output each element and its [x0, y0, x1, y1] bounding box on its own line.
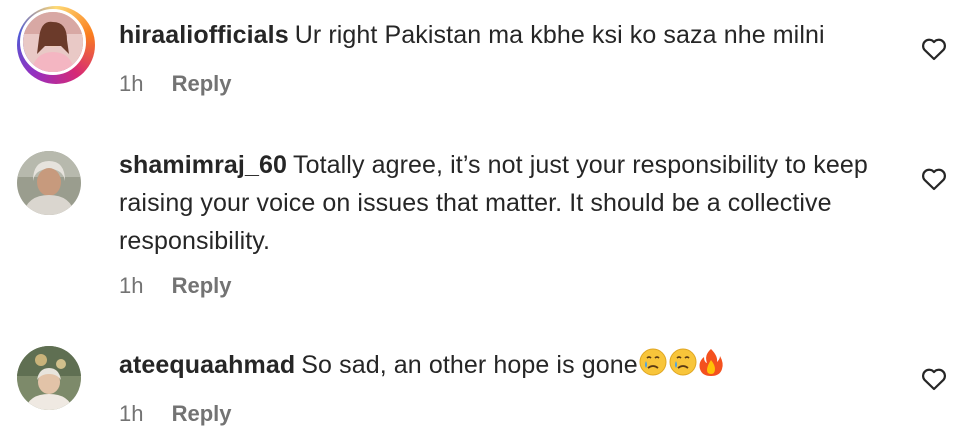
fire-icon [698, 347, 724, 388]
comment-meta: 1h Reply [119, 71, 232, 97]
comment-username[interactable]: hiraaliofficials [119, 21, 289, 49]
heart-outline-icon[interactable] [921, 167, 947, 191]
avatar[interactable] [17, 346, 81, 410]
comment-meta: 1h Reply [119, 401, 232, 427]
comment-time[interactable]: 1h [119, 71, 143, 96]
comment-body: ateequaahmad So sad, an other hope is gon… [119, 346, 889, 388]
comment-meta: 1h Reply [119, 273, 232, 299]
comment-text: So sad, an other hope is gone [301, 351, 638, 379]
crying-face-icon [668, 347, 698, 388]
comment-username[interactable]: shamimraj_60 [119, 151, 287, 179]
comment-text: Ur right Pakistan ma kbhe ksi ko saza nh… [294, 21, 825, 49]
comment-time[interactable]: 1h [119, 273, 143, 298]
crying-face-icon [638, 347, 668, 388]
reply-button[interactable]: Reply [172, 401, 232, 426]
comment-time[interactable]: 1h [119, 401, 143, 426]
reply-button[interactable]: Reply [172, 71, 232, 96]
avatar[interactable] [17, 6, 95, 84]
heart-outline-icon[interactable] [921, 367, 947, 391]
comment-body: hiraaliofficials Ur right Pakistan ma kbh… [119, 16, 889, 54]
reply-button[interactable]: Reply [172, 273, 232, 298]
comment-username[interactable]: ateequaahmad [119, 351, 295, 379]
avatar[interactable] [17, 151, 81, 215]
comment-body: shamimraj_60 Totally agree, it’s not just… [119, 146, 889, 260]
heart-outline-icon[interactable] [921, 37, 947, 61]
